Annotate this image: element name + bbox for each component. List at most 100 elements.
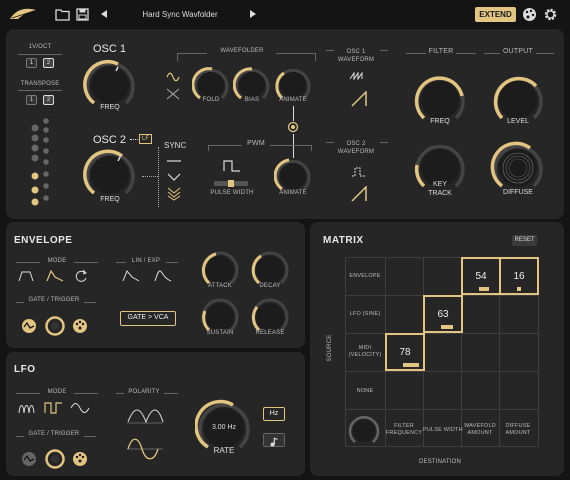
lfo-trigger-knob-1[interactable] <box>20 450 38 468</box>
matrix-title: MATRIX <box>323 235 364 246</box>
cell-value: 78 <box>399 347 411 358</box>
lfo-rate-label: RATE <box>213 446 235 455</box>
note-sync-button[interactable] <box>263 433 285 447</box>
triangle-wave-icon[interactable] <box>166 88 180 100</box>
lfo-trigger-knob-3[interactable] <box>71 450 89 468</box>
matrix-cell-lfo-pulse-width[interactable]: 63 <box>423 295 463 333</box>
gate-vca-button[interactable]: GATE > VCA <box>120 311 176 326</box>
cell-value: 63 <box>437 309 449 320</box>
cell-value: 16 <box>513 271 525 282</box>
prev-preset-button[interactable] <box>101 10 107 18</box>
polarity-unipolar-icon[interactable] <box>126 404 164 424</box>
osc2-ramp-icon[interactable] <box>351 186 367 202</box>
osc2-freq-label: FREQ <box>100 196 120 203</box>
matrix-source-envelope: ENVELOPE <box>349 273 381 279</box>
sync-hard-icon[interactable] <box>166 187 182 201</box>
pwm-label: PWM <box>247 140 265 147</box>
matrix-dest-pulse-width: PULSE WIDTH <box>423 427 463 433</box>
oct-button-2[interactable]: 2 <box>43 58 54 68</box>
attack-label: ATTACK <box>208 283 232 289</box>
matrix-source-none: NONE <box>356 388 374 394</box>
transpose-button-2[interactable]: 2 <box>43 95 54 105</box>
lfo-mode-3-icon[interactable] <box>70 402 90 414</box>
pulse-width-slider[interactable] <box>214 180 248 187</box>
matrix-dest-diffuse: DIFFUSE AMOUNT <box>505 423 531 436</box>
lf-button[interactable]: LF <box>139 134 152 144</box>
env-mode-ar-icon[interactable] <box>46 270 64 282</box>
extend-button[interactable]: EXTEND <box>475 7 516 22</box>
wavefolder-animate-label: ANIMATE <box>279 97 307 103</box>
matrix-cell-midi-filter[interactable]: 78 <box>385 333 425 371</box>
env-trigger-knob-2[interactable] <box>45 316 65 336</box>
env-trigger-knob-3[interactable] <box>71 317 89 335</box>
pulse-width-label: PULSE WIDTH <box>210 190 254 196</box>
wavefolder-label: WAVEFOLDER <box>220 48 264 54</box>
link-icon[interactable] <box>287 121 299 133</box>
matrix-reset-button[interactable]: RESET <box>512 235 537 246</box>
exp-curve-icon[interactable] <box>154 270 172 282</box>
osc1-waveform-label: OSC 1 WAVEFORM <box>337 49 375 63</box>
polarity-bipolar-icon[interactable] <box>126 438 164 460</box>
lin-curve-icon[interactable] <box>122 270 140 282</box>
output-label: OUTPUT <box>503 48 533 55</box>
folder-icon[interactable] <box>55 8 70 21</box>
source-axis-label: SOURCE <box>327 334 333 362</box>
matrix-dest-filter: FILTER FREQUENCY <box>385 423 423 436</box>
matrix-source-midi: MIDI (VELOCITY) <box>348 345 382 358</box>
pulse-wave-icon <box>223 160 240 172</box>
logo-icon <box>10 8 36 19</box>
env-mode-loop-icon[interactable] <box>74 269 88 283</box>
lfo-mode-1-icon[interactable] <box>18 402 38 414</box>
osc2-freq-knob[interactable] <box>82 147 138 203</box>
lfo-mode-2-icon[interactable] <box>44 401 64 415</box>
sustain-label: SUSTAIN <box>206 330 234 336</box>
osc1-title: OSC 1 <box>93 43 127 55</box>
sine-wave-icon[interactable] <box>166 72 180 82</box>
destination-axis-label: DESTINATION <box>418 459 462 465</box>
oct-button-1[interactable]: 1 <box>26 58 37 68</box>
preset-name[interactable]: Hard Sync Wavfolder <box>120 10 240 19</box>
lfo-trigger-knob-2[interactable] <box>45 449 65 469</box>
osc2-square-icon[interactable] <box>351 167 367 177</box>
sync-off-icon[interactable] <box>166 157 182 165</box>
matrix-cell-envelope-wavefold[interactable]: 54 <box>461 257 501 295</box>
transpose-button-1[interactable]: 1 <box>26 95 37 105</box>
hz-button[interactable]: Hz <box>263 407 285 421</box>
lfo-title: LFO <box>14 364 36 375</box>
filter-freq-label: FREQ <box>430 118 450 125</box>
env-mode-label: MODE <box>47 258 67 264</box>
env-trigger-knob-1[interactable] <box>20 317 38 335</box>
lfo-rate-value: 3.00 Hz <box>211 424 237 431</box>
env-gate-trigger-label: GATE / TRIGGER <box>28 297 80 303</box>
osc2-title: OSC 2 <box>93 134 127 146</box>
music-note-icon <box>270 437 278 447</box>
release-label: RELEASE <box>255 330 285 336</box>
osc1-saw-icon[interactable] <box>349 72 367 80</box>
transpose-label: TRANSPOSE <box>20 81 60 87</box>
step-sequencer-dots[interactable] <box>30 118 50 208</box>
fold-label: FOLD <box>202 97 220 103</box>
sync-label: SYNC <box>164 141 187 150</box>
diffuse-label: DIFFUSE <box>503 189 533 196</box>
sync-soft-icon[interactable] <box>166 172 182 182</box>
top-bar: Hard Sync Wavfolder EXTEND <box>0 0 570 30</box>
decay-label: DECAY <box>259 283 281 289</box>
gear-icon[interactable] <box>543 7 558 22</box>
diffuse-knob[interactable] <box>490 140 546 196</box>
lfo-gate-trigger-label: GATE / TRIGGER <box>28 431 80 437</box>
next-preset-button[interactable] <box>250 10 256 18</box>
lin-exp-label: LIN / EXP <box>131 258 161 264</box>
save-icon[interactable] <box>76 8 89 21</box>
env-mode-ad-icon[interactable] <box>18 270 34 282</box>
matrix-source-lfo: LFO (SINE) <box>349 311 381 317</box>
matrix-amount-knob[interactable] <box>347 414 381 448</box>
matrix-cell-envelope-diffuse[interactable]: 16 <box>499 257 539 295</box>
oct-label: 1V/OCT <box>28 44 52 50</box>
bias-label: BIAS <box>244 97 260 103</box>
key-track-label: KEY TRACK <box>428 181 452 197</box>
polarity-label: POLARITY <box>128 389 160 395</box>
filter-label: FILTER <box>428 48 454 55</box>
osc1-ramp-icon[interactable] <box>351 91 367 107</box>
matrix-dest-wavefold: WAVEFOLD AMOUNT <box>464 423 496 436</box>
palette-icon[interactable] <box>522 7 537 22</box>
